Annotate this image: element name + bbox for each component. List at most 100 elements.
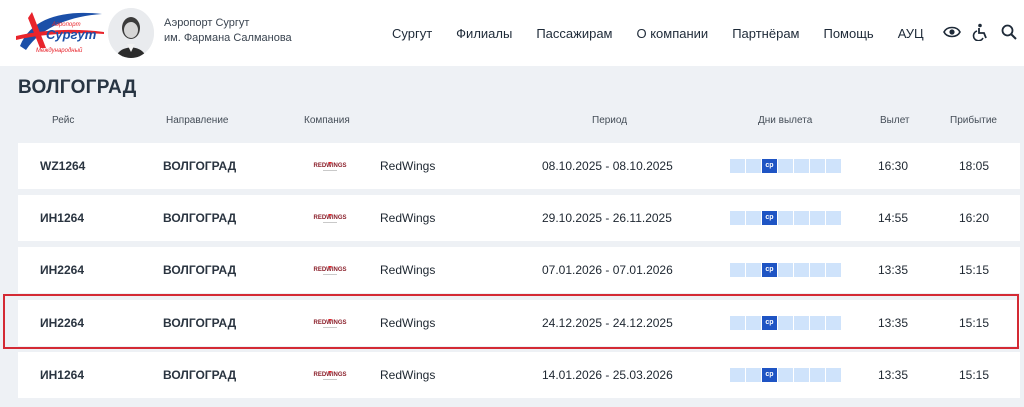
svg-text:Сургут: Сургут	[46, 27, 97, 42]
day-inactive	[778, 316, 793, 330]
site-header: Аэропорт Сургут Международный Аэропорт С…	[0, 0, 1024, 66]
table-row[interactable]: ИН1264 ВОЛГОГРАД REDWINGS RedWings 29.10.202…	[18, 195, 1020, 241]
arrival-time: 15:15	[959, 368, 990, 382]
day-inactive	[794, 263, 809, 277]
table-row[interactable]: WZ1264 ВОЛГОГРАД REDWINGS RedWings 08.10.202…	[18, 143, 1020, 189]
airport-logo[interactable]: Аэропорт Сургут Международный	[12, 6, 106, 58]
day-inactive	[794, 368, 809, 382]
day-inactive	[730, 263, 745, 277]
nav-passengers[interactable]: Пассажирам	[536, 26, 612, 41]
destination: ВОЛГОГРАД	[163, 263, 237, 277]
nav-about[interactable]: О компании	[637, 26, 709, 41]
day-inactive	[746, 263, 761, 277]
day-inactive	[730, 316, 745, 330]
airline-name: RedWings	[380, 263, 436, 277]
arrival-time: 15:15	[959, 316, 990, 330]
destination: ВОЛГОГРАД	[163, 159, 237, 173]
days-of-week: ср	[730, 368, 843, 382]
main-nav: Сургут Филиалы Пассажирам О компании Пар…	[392, 0, 924, 66]
column-header-departure: Вылет	[880, 115, 910, 126]
period: 07.01.2026 - 07.01.2026	[542, 263, 673, 277]
day-inactive	[746, 316, 761, 330]
days-of-week: ср	[730, 211, 843, 225]
day-active: ср	[762, 316, 777, 330]
arrival-time: 16:20	[959, 211, 990, 225]
airport-name-line1: Аэропорт Сургут	[164, 17, 250, 29]
day-inactive	[810, 211, 825, 225]
airline-name: RedWings	[380, 159, 436, 173]
flight-number: ИН1264	[40, 368, 84, 382]
departure-time: 16:30	[878, 159, 909, 173]
column-header-arrival: Прибытие	[950, 115, 997, 126]
airline-name: RedWings	[380, 211, 436, 225]
accessibility-icon[interactable]	[972, 23, 990, 41]
airline-logo: REDWINGS	[311, 211, 349, 225]
nav-branches[interactable]: Филиалы	[456, 26, 512, 41]
flight-number: WZ1264	[40, 159, 86, 173]
day-inactive	[778, 263, 793, 277]
departure-time: 13:35	[878, 263, 909, 277]
day-inactive	[778, 211, 793, 225]
days-of-week: ср	[730, 159, 843, 173]
nav-partners[interactable]: Партнёрам	[732, 26, 799, 41]
destination: ВОЛГОГРАД	[163, 368, 237, 382]
destination: ВОЛГОГРАД	[163, 211, 237, 225]
page-title: ВОЛГОГРАД	[18, 77, 137, 98]
nav-help[interactable]: Помощь	[823, 26, 873, 41]
day-inactive	[778, 368, 793, 382]
airline-name: RedWings	[380, 316, 436, 330]
nav-auc[interactable]: АУЦ	[898, 26, 924, 41]
departure-time: 13:35	[878, 368, 909, 382]
period: 14.01.2026 - 25.03.2026	[542, 368, 673, 382]
arrival-time: 18:05	[959, 159, 990, 173]
day-inactive	[810, 263, 825, 277]
period: 24.12.2025 - 24.12.2025	[542, 316, 673, 330]
day-inactive	[826, 316, 841, 330]
column-header-company: Компания	[304, 115, 350, 126]
day-active: ср	[762, 263, 777, 277]
day-inactive	[810, 368, 825, 382]
search-icon[interactable]	[1000, 23, 1018, 41]
flight-number: ИН1264	[40, 211, 84, 225]
nav-surgut[interactable]: Сургут	[392, 26, 432, 41]
airport-name: Аэропорт Сургут им. Фармана Салманова	[164, 16, 304, 46]
day-inactive	[794, 211, 809, 225]
portrait-image	[108, 8, 154, 58]
airline-logo: REDWINGS	[311, 368, 349, 382]
flight-number: ИН2264	[40, 263, 84, 277]
day-inactive	[810, 316, 825, 330]
day-active: ср	[762, 159, 777, 173]
flight-number: ИН2264	[40, 316, 84, 330]
column-header-destination: Направление	[166, 115, 229, 126]
svg-text:Международный: Международный	[36, 47, 83, 54]
days-of-week: ср	[730, 263, 843, 277]
day-inactive	[826, 159, 841, 173]
airline-logo: REDWINGS	[311, 316, 349, 330]
table-row[interactable]: ИН2264 ВОЛГОГРАД REDWINGS RedWings 07.01.202…	[18, 247, 1020, 293]
day-inactive	[746, 159, 761, 173]
day-inactive	[746, 211, 761, 225]
column-header-period: Период	[592, 115, 628, 126]
table-row[interactable]: ИН1264 ВОЛГОГРАД REDWINGS RedWings 14.01.202…	[18, 352, 1020, 398]
eye-icon[interactable]	[943, 23, 961, 41]
day-inactive	[730, 159, 745, 173]
days-of-week: ср	[730, 316, 843, 330]
day-inactive	[794, 316, 809, 330]
departure-time: 13:35	[878, 316, 909, 330]
airport-name-line2: им. Фармана Салманова	[164, 32, 292, 44]
day-inactive	[810, 159, 825, 173]
airline-logo: REDWINGS	[311, 263, 349, 277]
day-active: ср	[762, 368, 777, 382]
day-inactive	[826, 368, 841, 382]
departure-time: 14:55	[878, 211, 909, 225]
day-inactive	[746, 368, 761, 382]
column-header-days: Дни вылета	[758, 115, 813, 126]
table-row[interactable]: ИН2264 ВОЛГОГРАД REDWINGS RedWings 24.12.202…	[18, 300, 1020, 346]
day-inactive	[826, 263, 841, 277]
column-header-flight: Рейс	[52, 115, 75, 126]
period: 08.10.2025 - 08.10.2025	[542, 159, 673, 173]
arrival-time: 15:15	[959, 263, 990, 277]
destination: ВОЛГОГРАД	[163, 316, 237, 330]
airline-logo: REDWINGS	[311, 159, 349, 173]
day-active: ср	[762, 211, 777, 225]
